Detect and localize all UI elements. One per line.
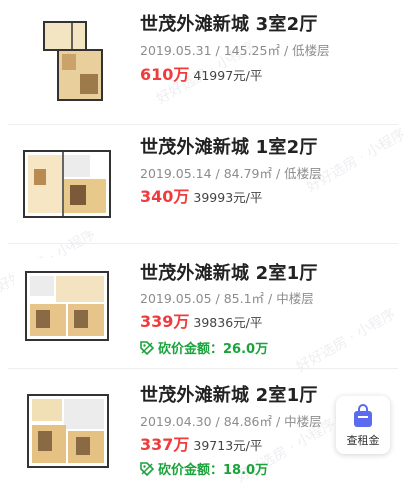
- listing-card[interactable]: 世茂外滩新城 1室2厅 2019.05.14 / 84.79㎡ / 低楼层 34…: [0, 125, 406, 235]
- total-price: 610万: [140, 65, 190, 84]
- unit-price: 41997元/平: [193, 68, 263, 83]
- unit-price: 39993元/平: [193, 190, 263, 205]
- listing-meta: 2019.05.14 / 84.79㎡ / 低楼层: [140, 166, 322, 181]
- listing-meta: 2019.05.05 / 85.1㎡ / 中楼层: [140, 291, 314, 306]
- price-row: 340万 39993元/平: [140, 183, 262, 207]
- price-row: 337万 39713元/平: [140, 431, 262, 455]
- listing-title: 世茂外滩新城 2室1厅: [140, 385, 318, 406]
- floor-plan-image: [14, 258, 124, 350]
- discount-amount: 砍价金额：26.0万: [140, 338, 268, 357]
- discount-amount: 砍价金额：18.0万: [140, 459, 268, 478]
- floor-plan-image: [14, 385, 124, 477]
- unit-price: 39836元/平: [193, 315, 263, 330]
- discount-label: 砍价金额：18.0万: [158, 463, 269, 478]
- listing-card[interactable]: 世茂外滩新城 2室1厅 2019.05.05 / 85.1㎡ / 中楼层 339…: [0, 244, 406, 364]
- floor-plan-image: [14, 139, 124, 231]
- unit-price: 39713元/平: [193, 438, 263, 453]
- discount-label: 砍价金额：26.0万: [158, 342, 269, 357]
- listing-card[interactable]: 世茂外滩新城 3室2厅 2019.05.31 / 145.25㎡ / 低楼层 6…: [0, 0, 406, 120]
- price-row: 610万 41997元/平: [140, 61, 262, 85]
- price-tag-icon: [140, 341, 154, 355]
- price-tag-icon: [140, 462, 154, 476]
- listing-meta: 2019.04.30 / 84.86㎡ / 中楼层: [140, 414, 322, 429]
- price-row: 339万 39836元/平: [140, 308, 262, 332]
- total-price: 339万: [140, 312, 190, 331]
- shopping-bag-icon: [354, 404, 372, 427]
- check-rent-button[interactable]: 查租金: [336, 396, 390, 454]
- listing-title: 世茂外滩新城 1室2厅: [140, 137, 318, 158]
- total-price: 337万: [140, 435, 190, 454]
- check-rent-label: 查租金: [346, 434, 380, 447]
- listing-title: 世茂外滩新城 2室1厅: [140, 263, 318, 284]
- listing-title: 世茂外滩新城 3室2厅: [140, 14, 318, 35]
- total-price: 340万: [140, 187, 190, 206]
- floor-plan-image: [14, 14, 124, 106]
- listing-meta: 2019.05.31 / 145.25㎡ / 低楼层: [140, 43, 330, 58]
